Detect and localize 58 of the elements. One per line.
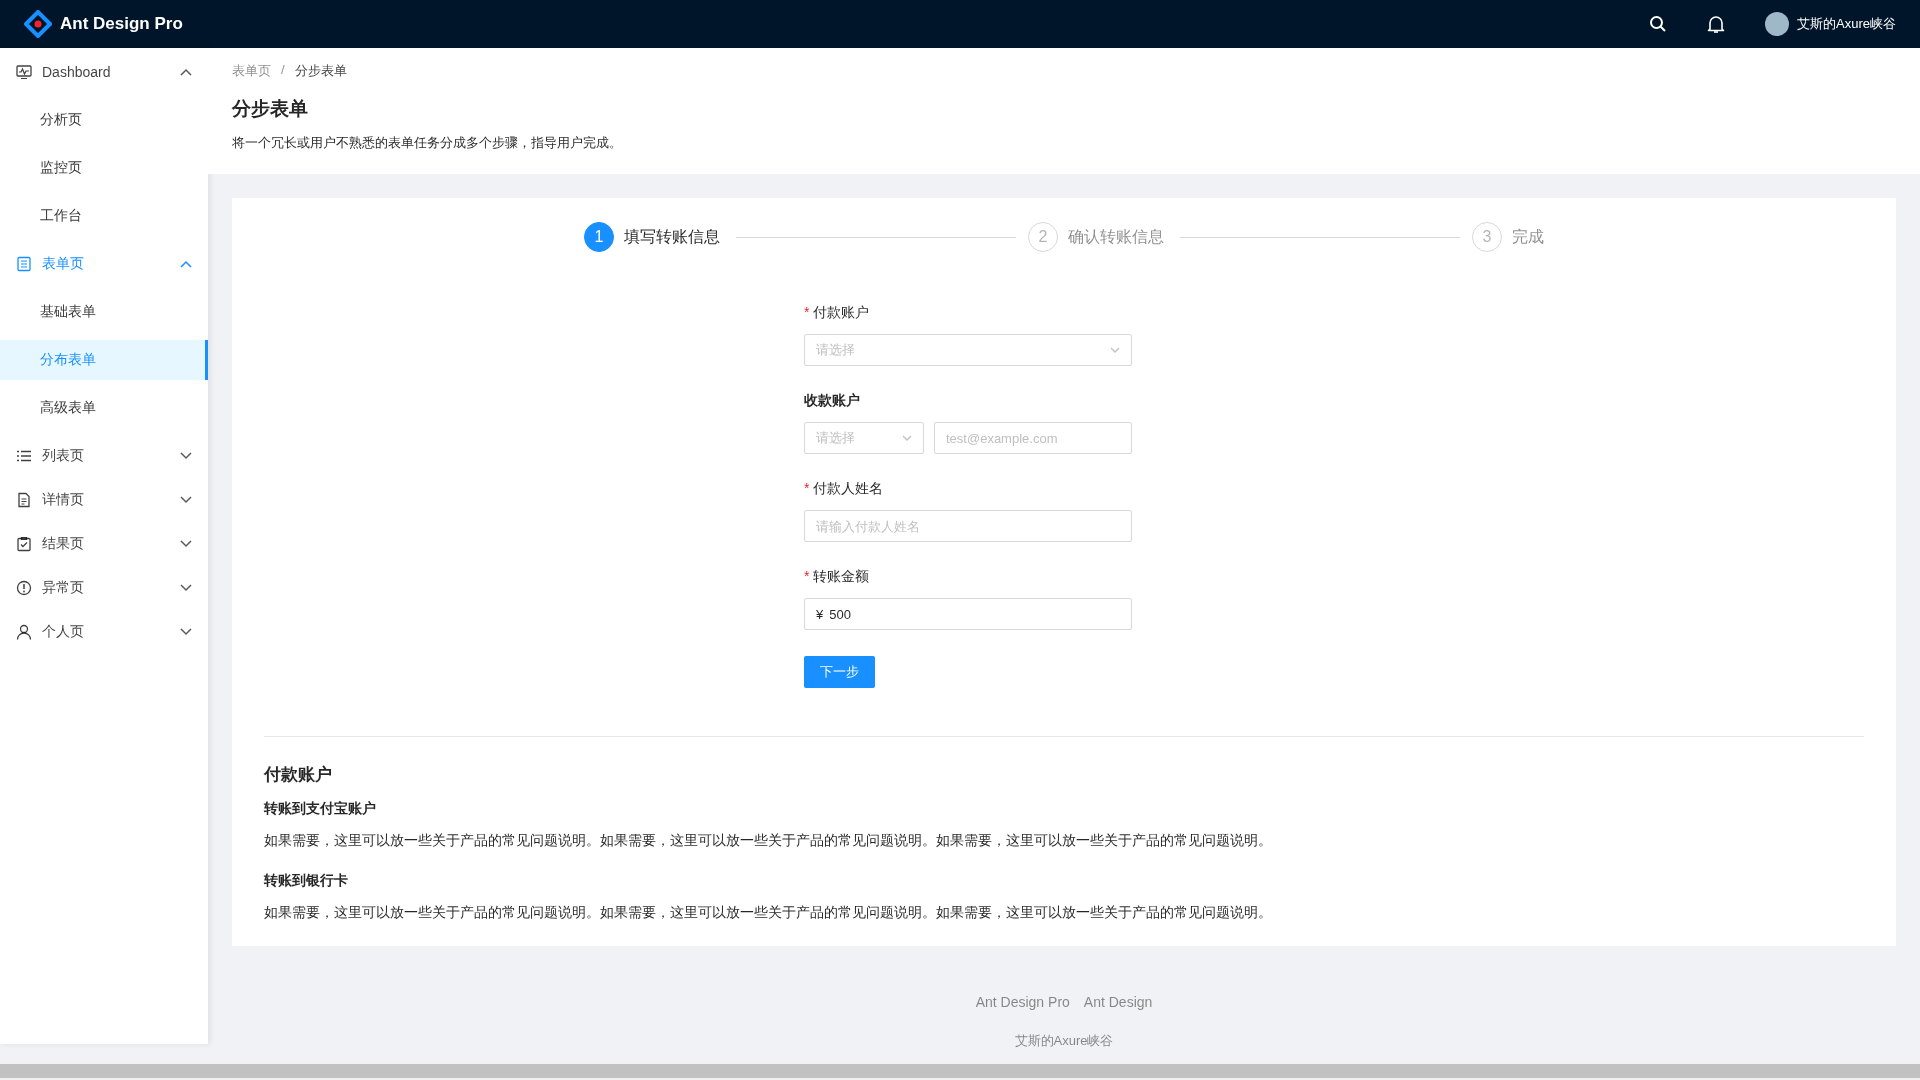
help-heading: 转账到银行卡 [264, 872, 349, 890]
menu-item[interactable]: 工作台 [0, 196, 208, 236]
document-icon [16, 492, 32, 508]
user-avatar[interactable] [1765, 12, 1790, 36]
step-title: 确认转账信息 [1068, 226, 1164, 247]
menu-group[interactable]: Dashboard [0, 52, 208, 92]
app-title: Ant Design Pro [60, 14, 183, 34]
breadcrumb-separator: / [281, 62, 285, 79]
help-text: 如果需要，这里可以放一些关于产品的常见问题说明。如果需要，这里可以放一些关于产品的常见问题说明。如果需要，这里可以放一些关于产品的常见问题说明。 [264, 832, 1273, 850]
exclamation-circle-icon [16, 580, 32, 596]
required-mark: * [804, 568, 810, 586]
field-label: 付款账户 [813, 304, 870, 322]
menu-group[interactable]: 列表页 [0, 436, 208, 476]
chevron-down-icon [180, 540, 192, 548]
user-name[interactable]: 艾斯的Axure峡谷 [1797, 15, 1896, 33]
help-heading: 转账到支付宝账户 [264, 800, 377, 818]
email-input[interactable]: test@example.com [934, 422, 1132, 454]
page-title: 分步表单 [232, 97, 309, 121]
required-mark: * [804, 480, 810, 498]
horizontal-scrollbar[interactable] [0, 1062, 1920, 1080]
form-icon [16, 256, 32, 272]
menu-group[interactable]: 异常页 [0, 568, 208, 608]
step-number: 1 [584, 222, 614, 252]
menu-item[interactable]: 高级表单 [0, 388, 208, 428]
required-mark: * [804, 304, 810, 322]
menu-group[interactable]: 详情页 [0, 480, 208, 520]
list-icon [16, 448, 32, 464]
field-label: 收款账户 [804, 392, 860, 410]
diamond-logo-icon [24, 10, 52, 38]
page-description: 将一个冗长或用户不熟悉的表单任务分成多个步骤，指导用户完成。 [232, 134, 623, 152]
field-label: 付款人姓名 [813, 480, 884, 498]
help-text: 如果需要，这里可以放一些关于产品的常见问题说明。如果需要，这里可以放一些关于产品的常见问题说明。如果需要，这里可以放一些关于产品的常见问题说明。 [264, 904, 1273, 922]
menu-item[interactable]: 监控页 [0, 148, 208, 188]
step-title: 完成 [1512, 226, 1544, 247]
chevron-up-icon [180, 68, 192, 76]
chevron-down-icon [180, 584, 192, 592]
user-icon [16, 624, 32, 640]
chevron-down-icon [180, 452, 192, 460]
menu-group[interactable]: 个人页 [0, 612, 208, 652]
copyright-text: 艾斯的Axure峡谷 [1013, 1032, 1115, 1050]
field-label: 转账金额 [813, 568, 870, 586]
menu-item[interactable]: 分析页 [0, 100, 208, 140]
chevron-down-icon [1110, 347, 1120, 353]
chevron-up-icon [180, 260, 192, 268]
step-title: 填写转账信息 [624, 226, 720, 247]
chevron-down-icon [180, 496, 192, 504]
menu-item[interactable]: 基础表单 [0, 292, 208, 332]
name-input[interactable]: 请输入付款人姓名 [804, 510, 1132, 542]
bell-icon[interactable] [1707, 14, 1726, 34]
help-title: 付款账户 [264, 764, 333, 786]
monitor-icon [16, 64, 32, 80]
breadcrumb-link[interactable]: 分步表单 [294, 62, 347, 80]
clipboard-check-icon [16, 536, 32, 552]
menu-group[interactable]: 结果页 [0, 524, 208, 564]
chevron-down-icon [902, 435, 912, 441]
amount-input[interactable]: ¥ 500 [804, 598, 1132, 630]
search-icon[interactable] [1649, 15, 1668, 33]
chevron-down-icon [180, 628, 192, 636]
